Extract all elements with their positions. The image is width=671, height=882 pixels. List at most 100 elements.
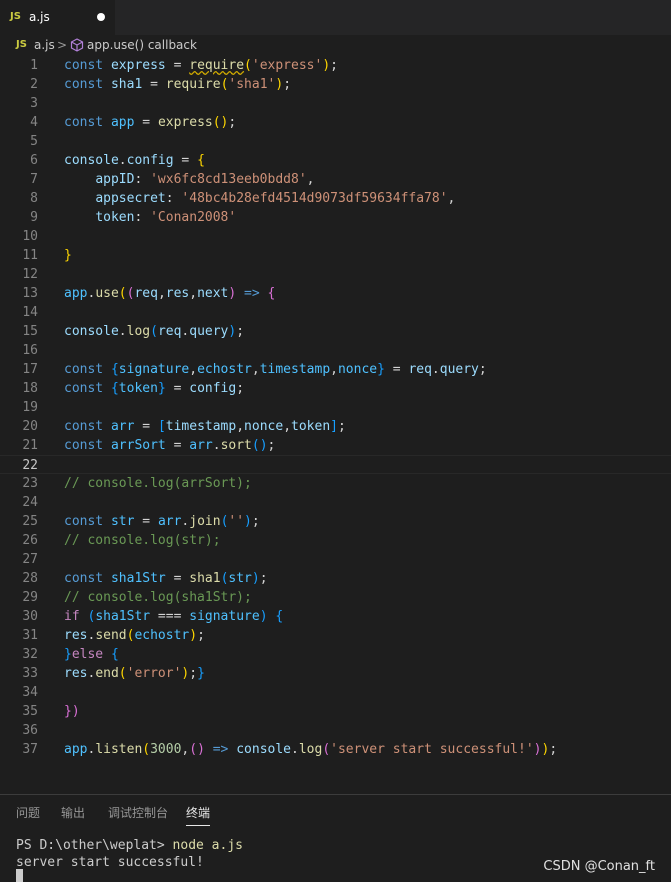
code-token: ( [142, 742, 151, 757]
code-line[interactable]: 5 [0, 132, 671, 151]
code-line[interactable]: 33 res.end('error');} [0, 664, 671, 683]
code-line[interactable]: 13 app.use((req,res,next) => { [0, 284, 671, 303]
code-editor[interactable]: 1 const express = require('express'); 2 con… [0, 56, 671, 794]
code-token: const [64, 58, 104, 73]
line-number: 18 [22, 381, 38, 396]
line-number: 25 [22, 514, 38, 529]
code-line[interactable]: 29 // console.log(sha1Str); [0, 588, 671, 607]
unsaved-dot-icon[interactable] [97, 13, 105, 21]
code-line[interactable]: 4 const app = express(); [0, 113, 671, 132]
code-token: '48bc4b28efd4514d9073df59634ffa78' [181, 191, 448, 206]
code-line[interactable]: 22 [0, 455, 671, 474]
code-line[interactable]: 7 appID: 'wx6fc8cd13eeb0bdd8', [0, 170, 671, 189]
code-line[interactable]: 24 [0, 493, 671, 512]
code-line[interactable]: 31 res.send(echostr); [0, 626, 671, 645]
code-token: require [189, 58, 245, 73]
line-number: 36 [22, 723, 38, 738]
code-line[interactable]: 27 [0, 550, 671, 569]
code-token: log [298, 742, 323, 757]
line-number: 27 [22, 552, 38, 567]
tab-label: a.js [29, 10, 50, 24]
line-number: 13 [22, 286, 38, 301]
code-text: res.send(echostr); [64, 626, 205, 645]
code-token: const [64, 419, 104, 434]
code-line[interactable]: 34 [0, 683, 671, 702]
code-token: . [291, 742, 299, 757]
tab-debug-console[interactable]: 调试控制台 [108, 805, 168, 821]
line-number: 32 [22, 647, 38, 662]
code-token: ( [118, 286, 127, 301]
code-line[interactable]: 15 console.log(req.query); [0, 322, 671, 341]
code-line[interactable]: 11} [0, 246, 671, 265]
code-token: = [134, 514, 158, 529]
code-text: console.log(req.query); [64, 322, 244, 341]
code-line[interactable]: 6 console.config = { [0, 151, 671, 170]
code-token: signature [118, 362, 190, 377]
code-line[interactable]: 16 [0, 341, 671, 360]
breadcrumb-file[interactable]: a.js [34, 38, 55, 52]
code-token: arr [189, 438, 213, 453]
code-token: ; [236, 381, 245, 396]
code-token: ; [330, 58, 338, 73]
code-line[interactable]: 36 [0, 721, 671, 740]
tab-a-js[interactable]: JS a.js [0, 0, 115, 35]
code-line[interactable]: 14 [0, 303, 671, 322]
code-line[interactable]: 1 const express = require('express'); [0, 56, 671, 75]
code-line[interactable]: 23 // console.log(arrSort); [0, 474, 671, 493]
code-line[interactable]: 12 [0, 265, 671, 284]
code-line[interactable]: 10 [0, 227, 671, 246]
code-text: // console.log(str); [64, 531, 221, 550]
code-text: // console.log(sha1Str); [64, 588, 252, 607]
code-line[interactable]: 26 // console.log(str); [0, 531, 671, 550]
code-line[interactable]: 30 if (sha1Str === signature) { [0, 607, 671, 626]
breadcrumb-symbol[interactable]: app.use() callback [87, 38, 197, 52]
code-line[interactable]: 2 const sha1 = require('sha1'); [0, 75, 671, 94]
code-token: , [306, 172, 315, 187]
code-token: const [64, 571, 104, 586]
code-text: res.end('error');} [64, 664, 205, 683]
code-text: } [64, 246, 72, 265]
tab-terminal[interactable]: 终端 [186, 805, 210, 821]
code-token: res [165, 286, 190, 301]
vscode-window: JS a.js JS a.js > app.use() callback 1 co… [0, 0, 671, 882]
code-token: ] [330, 419, 338, 434]
terminal-command-line[interactable]: PS D:\other\weplat> node a.js [16, 837, 243, 854]
code-token: query [189, 324, 229, 339]
code-token: join [189, 514, 221, 529]
code-line[interactable]: 9 token: 'Conan2008' [0, 208, 671, 227]
code-line[interactable]: 28 const sha1Str = sha1(str); [0, 569, 671, 588]
code-token: token [118, 381, 158, 396]
watermark: CSDN @Conan_ft [543, 859, 655, 874]
code-line[interactable]: 25 const str = arr.join(''); [0, 512, 671, 531]
code-text: const arr = [timestamp,nonce,token]; [64, 417, 346, 436]
code-line[interactable]: 21 const arrSort = arr.sort(); [0, 436, 671, 455]
code-line[interactable]: 20 const arr = [timestamp,nonce,token]; [0, 417, 671, 436]
code-line[interactable]: 19 [0, 398, 671, 417]
code-line[interactable]: 37 app.listen(3000,() => console.log('ser… [0, 740, 671, 759]
code-token: 'sha1' [228, 77, 276, 92]
code-line[interactable]: 35}) [0, 702, 671, 721]
line-number: 10 [22, 229, 38, 244]
code-token: ) [244, 514, 252, 529]
code-line[interactable]: 17 const {signature,echostr,timestamp,non… [0, 360, 671, 379]
code-line[interactable]: 32}else { [0, 645, 671, 664]
tab-output[interactable]: 输出 [61, 805, 85, 821]
code-token: , [283, 419, 292, 434]
code-token: sha1 [189, 571, 221, 586]
code-token: () [251, 438, 268, 453]
tab-problems[interactable]: 问题 [16, 805, 40, 821]
code-line[interactable]: 8 appsecret: '48bc4b28efd4514d9073df5963… [0, 189, 671, 208]
code-token: ) [275, 77, 284, 92]
code-token: ( [118, 666, 127, 681]
line-number: 37 [22, 742, 38, 757]
code-line[interactable]: 3 [0, 94, 671, 113]
code-line[interactable]: 18 const {token} = config; [0, 379, 671, 398]
code-token: // console.log(arrSort); [64, 476, 252, 491]
code-token: req [408, 362, 432, 377]
code-token: const [64, 115, 104, 130]
code-token: send [95, 628, 127, 643]
